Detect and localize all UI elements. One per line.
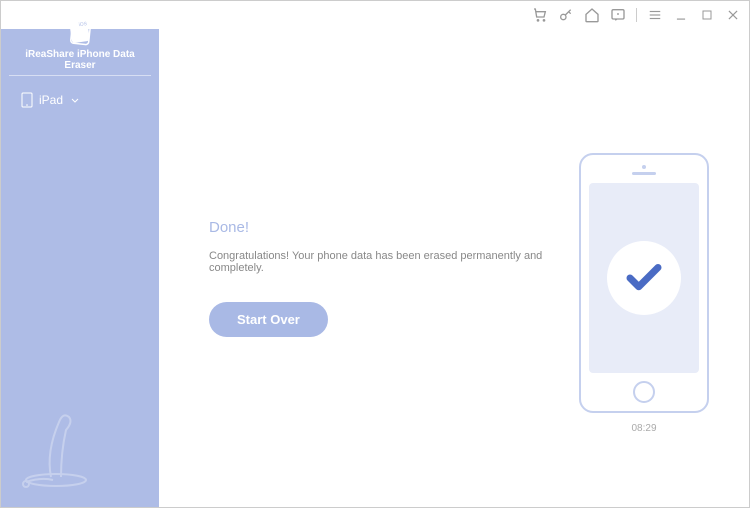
- phone-time: 08:29: [631, 423, 656, 434]
- device-selector[interactable]: iPad: [1, 82, 159, 118]
- result-text-area: Done! Congratulations! Your phone data h…: [179, 49, 559, 487]
- feedback-icon[interactable]: [610, 7, 626, 23]
- cart-icon[interactable]: [532, 7, 548, 23]
- divider: [636, 8, 637, 22]
- menu-icon[interactable]: [647, 7, 663, 23]
- phone-home-button: [633, 381, 655, 403]
- phone-illustration-area: 08:29: [559, 49, 729, 487]
- close-icon[interactable]: [725, 7, 741, 23]
- decoration-icon: [11, 402, 111, 497]
- phone-illustration: [579, 153, 709, 413]
- main-content: Done! Congratulations! Your phone data h…: [159, 29, 749, 507]
- home-icon[interactable]: [584, 7, 600, 23]
- done-message: Congratulations! Your phone data has bee…: [209, 250, 559, 274]
- minimize-icon[interactable]: [673, 7, 689, 23]
- key-icon[interactable]: [558, 7, 574, 23]
- done-title: Done!: [209, 219, 559, 236]
- phone-screen: [589, 183, 699, 373]
- maximize-icon[interactable]: [699, 7, 715, 23]
- phone-camera-dot: [642, 165, 646, 169]
- success-check-circle: [607, 241, 681, 315]
- svg-text:iOS: iOS: [78, 21, 88, 28]
- app-logo-icon: iOS: [65, 9, 95, 47]
- sidebar: iOS iReaShare iPhone Data Eraser iPad: [1, 29, 159, 507]
- checkmark-icon: [623, 257, 665, 299]
- start-over-button[interactable]: Start Over: [209, 302, 328, 337]
- device-label: iPad: [39, 93, 63, 107]
- app-name: iReaShare iPhone Data Eraser: [9, 49, 151, 76]
- logo-area: iOS iReaShare iPhone Data Eraser: [1, 9, 159, 82]
- container: iOS iReaShare iPhone Data Eraser iPad: [1, 29, 749, 507]
- tablet-icon: [21, 92, 33, 108]
- phone-speaker: [632, 172, 656, 175]
- phone-top: [632, 165, 656, 175]
- chevron-down-icon: [71, 93, 79, 107]
